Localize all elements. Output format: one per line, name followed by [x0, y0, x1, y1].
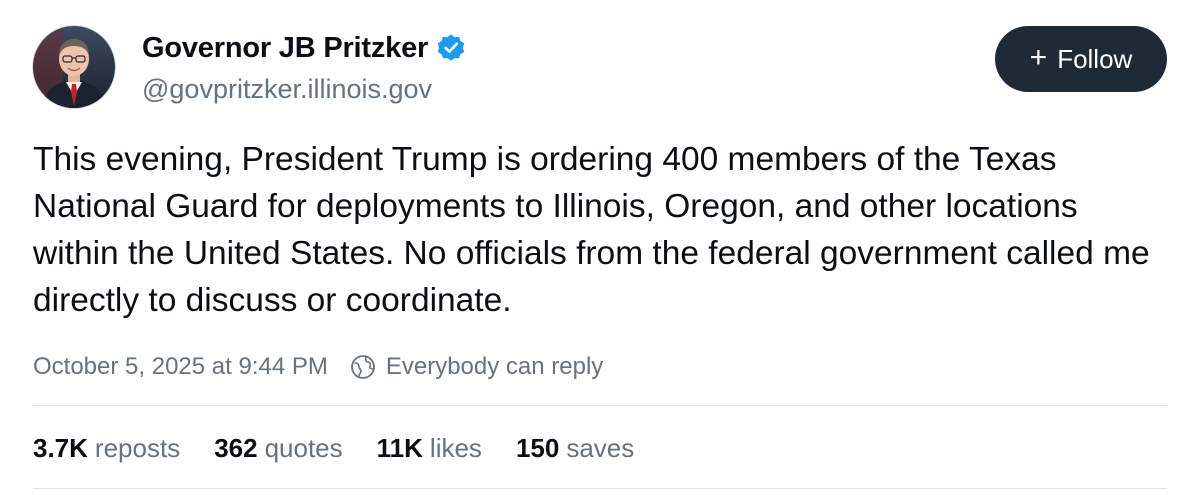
divider [33, 405, 1167, 406]
stat-likes[interactable]: 11K likes [377, 433, 482, 464]
author-handle[interactable]: @govpritzker.illinois.gov [142, 74, 432, 105]
post-text: This evening, President Trump is orderin… [33, 141, 1150, 319]
author-name-row: Governor JB Pritzker [142, 28, 466, 68]
post-card: Governor JB Pritzker @govpritzker.illino… [0, 0, 1198, 494]
stat-quotes[interactable]: 362 quotes [214, 433, 342, 464]
stat-saves[interactable]: 150 saves [516, 433, 634, 464]
stat-label: likes [429, 432, 482, 463]
engagement-stats: 3.7K reposts 362 quotes 11K likes 150 saves [33, 428, 668, 468]
stat-count: 362 [214, 432, 258, 463]
reply-setting[interactable]: Everybody can reply [386, 353, 603, 381]
stat-reposts[interactable]: 3.7K reposts [33, 433, 180, 464]
follow-button-label: Follow [1057, 43, 1133, 74]
stat-label: quotes [264, 432, 343, 463]
post-timestamp[interactable]: October 5, 2025 at 9:44 PM [33, 353, 328, 381]
profile-photo-icon [33, 26, 115, 108]
stat-label: reposts [94, 432, 181, 463]
globe-reply-icon [350, 355, 375, 379]
author-avatar[interactable] [33, 26, 115, 108]
verified-badge-icon [437, 34, 465, 61]
stat-label: saves [566, 432, 635, 463]
plus-icon: + [1029, 41, 1048, 74]
stat-count: 150 [515, 432, 560, 463]
divider [33, 488, 1167, 489]
stat-count: 11K [376, 432, 423, 463]
follow-button[interactable]: + Follow [995, 26, 1167, 92]
post-meta: October 5, 2025 at 9:44 PM Everybody can… [33, 349, 603, 385]
stat-count: 3.7K [33, 432, 88, 463]
author-name[interactable]: Governor JB Pritzker [142, 32, 428, 65]
